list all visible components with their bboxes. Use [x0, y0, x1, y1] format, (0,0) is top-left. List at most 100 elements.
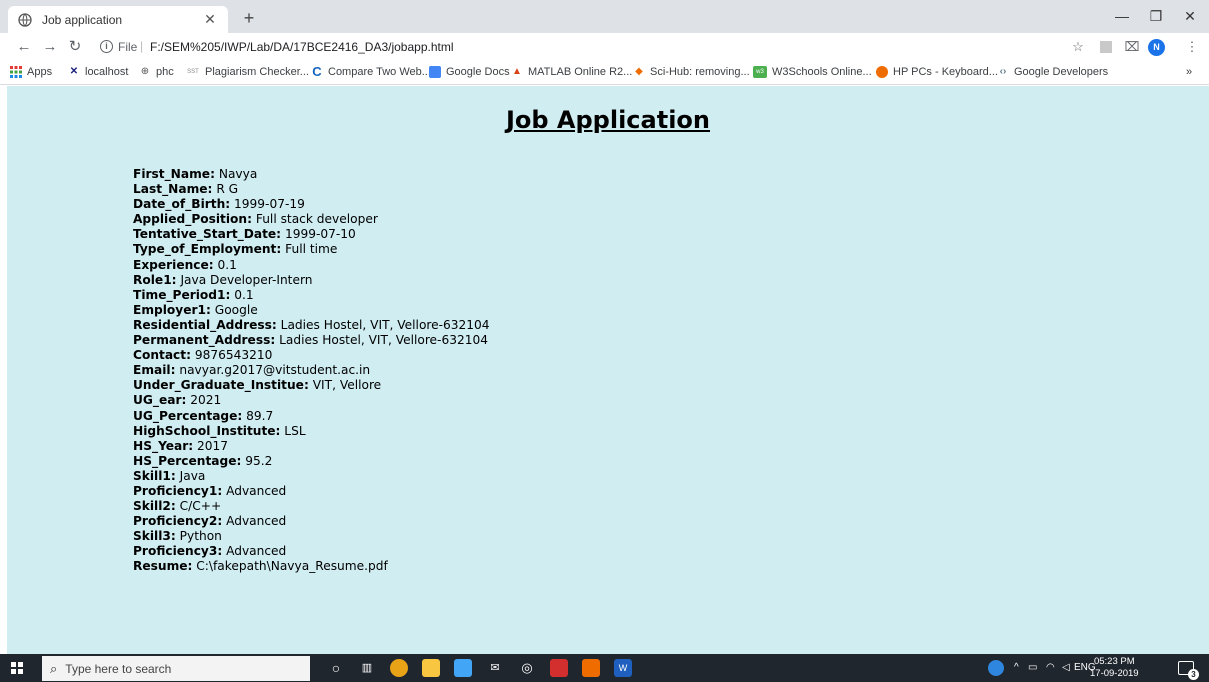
forward-icon[interactable]: →	[41, 38, 59, 56]
field-value: 2021	[190, 393, 222, 408]
cortana-icon[interactable]: ○	[327, 659, 345, 677]
field-row: Tentative_Start_Date: 1999-07-10	[133, 227, 490, 242]
field-label: UG_Percentage:	[133, 408, 243, 423]
field-label: Employer1:	[133, 302, 211, 317]
bookmark-label: Plagiarism Checker...	[205, 66, 309, 78]
field-value: 89.7	[246, 408, 274, 423]
bookmark-apps[interactable]: Apps	[10, 66, 52, 78]
volume-icon[interactable]: ◁	[1062, 662, 1070, 673]
bookmark-google-docs[interactable]: Google Docs	[429, 66, 510, 78]
taskbar-search-input[interactable]: ⌕ Type here to search	[42, 656, 310, 681]
bookmark-phc[interactable]: ⊕ phc	[139, 66, 174, 78]
field-label: Tentative_Start_Date:	[133, 227, 282, 242]
bookmark-compare-two-web[interactable]: C Compare Two Web...	[311, 64, 431, 79]
bookmark-label: Google Developers	[1014, 66, 1109, 78]
url-scheme[interactable]: File	[118, 40, 137, 54]
windows-start-icon[interactable]	[11, 662, 23, 674]
back-icon[interactable]: ←	[15, 38, 33, 56]
system-clock[interactable]: 05:23 PM 17-09-2019	[1090, 656, 1139, 680]
address-bar-url[interactable]: F:/SEM%205/IWP/Lab/DA/17BCE2416_DA3/joba…	[150, 40, 454, 54]
help-icon[interactable]	[988, 660, 1004, 676]
field-value: Advanced	[226, 483, 287, 498]
hp-icon	[876, 66, 888, 78]
camera-icon[interactable]: ⌧	[1124, 39, 1140, 55]
action-center-icon[interactable]: 3	[1178, 661, 1199, 680]
field-value: Java Developer-Intern	[180, 272, 313, 287]
battery-icon[interactable]: ▭	[1028, 662, 1037, 673]
word-icon[interactable]: W	[614, 659, 632, 677]
c-logo-icon: C	[312, 64, 322, 79]
field-row: Role1: Java Developer-Intern	[133, 273, 490, 288]
field-row: Date_of_Birth: 1999-07-19	[133, 197, 490, 212]
bookmark-label: Sci-Hub: removing...	[650, 66, 750, 78]
restore-icon[interactable]: ❐	[1146, 8, 1166, 25]
minimize-icon[interactable]: —	[1112, 8, 1132, 24]
chrome-icon[interactable]	[390, 659, 408, 677]
wifi-icon[interactable]: ◠	[1046, 662, 1055, 673]
docs-icon	[429, 66, 441, 78]
scihub-icon: ◆	[635, 66, 643, 77]
field-value: Full stack developer	[255, 212, 378, 227]
field-value: Advanced	[226, 544, 287, 559]
w3schools-icon: w3	[753, 66, 767, 78]
field-row: HighSchool_Institute: LSL	[133, 424, 490, 439]
field-label: Type_of_Employment:	[133, 242, 282, 257]
info-icon[interactable]: i	[100, 40, 113, 53]
mail-icon[interactable]: ✉	[486, 659, 504, 677]
tab-close-icon[interactable]: ✕	[202, 11, 218, 28]
field-label: Skill3:	[133, 529, 176, 544]
bookmark-label: HP PCs - Keyboard...	[893, 66, 998, 78]
field-value: 0.1	[217, 257, 237, 272]
field-row: Applied_Position: Full stack developer	[133, 212, 490, 227]
field-row: Employer1: Google	[133, 303, 490, 318]
field-label: HS_Percentage:	[133, 453, 242, 468]
task-view-icon[interactable]: ▥	[358, 659, 376, 677]
groove-music-icon[interactable]: ◎	[518, 659, 536, 677]
bookmark-localhost[interactable]: ✕ localhost	[68, 66, 129, 78]
field-label: HighSchool_Institute:	[133, 423, 281, 438]
bookmark-w3schools[interactable]: w3 W3Schools Online...	[753, 66, 872, 78]
browser-toolbar: ← → ↻ i File | F:/SEM%205/IWP/Lab/DA/17B…	[0, 33, 1209, 61]
bookmark-plagiarism-checker[interactable]: SST Plagiarism Checker...	[186, 66, 309, 78]
bookmark-label: phc	[156, 66, 174, 78]
bookmark-sci-hub[interactable]: ◆ Sci-Hub: removing...	[633, 66, 750, 78]
window-close-icon[interactable]: ✕	[1180, 8, 1200, 25]
bookmark-label: W3Schools Online...	[772, 66, 872, 78]
field-row: Proficiency3: Advanced	[133, 544, 490, 559]
field-row: Resume: C:\fakepath\Navya_Resume.pdf	[133, 559, 490, 574]
field-value: 95.2	[245, 453, 273, 468]
field-row: Skill3: Python	[133, 529, 490, 544]
profile-avatar[interactable]: N	[1148, 39, 1165, 56]
tab-job-application[interactable]: Job application ✕	[8, 6, 228, 33]
sublime-icon[interactable]	[582, 659, 600, 677]
field-row: Proficiency2: Advanced	[133, 514, 490, 529]
extension-icon[interactable]	[1100, 41, 1112, 53]
field-label: HS_Year:	[133, 438, 194, 453]
field-value: Full time	[285, 242, 338, 257]
new-tab-icon[interactable]: +	[238, 8, 260, 29]
acrobat-icon[interactable]	[550, 659, 568, 677]
bookmark-label: Google Docs	[446, 66, 510, 78]
field-label: Proficiency3:	[133, 544, 223, 559]
field-label: Experience:	[133, 257, 214, 272]
field-value: Google	[214, 302, 258, 317]
search-placeholder: Type here to search	[65, 661, 172, 676]
globe-icon: ⊕	[140, 66, 150, 77]
bookmark-label: Compare Two Web...	[328, 66, 431, 78]
bookmark-matlab[interactable]: ▲ MATLAB Online R2...	[511, 66, 632, 78]
field-label: First_Name:	[133, 167, 215, 181]
app-icon[interactable]	[454, 659, 472, 677]
more-bookmarks-icon[interactable]: »	[1186, 66, 1192, 78]
bookmark-star-icon[interactable]: ☆	[1070, 39, 1086, 55]
bookmark-hp-pcs[interactable]: HP PCs - Keyboard...	[876, 66, 998, 78]
field-row: UG_Percentage: 89.7	[133, 409, 490, 424]
menu-icon[interactable]: ⋮	[1184, 39, 1200, 55]
bookmark-label: localhost	[85, 66, 129, 78]
field-row: Experience: 0.1	[133, 258, 490, 273]
tray-chevron-icon[interactable]: ^	[1014, 662, 1019, 673]
field-label: UG_ear:	[133, 393, 187, 408]
url-separator: |	[140, 39, 144, 53]
bookmark-google-developers[interactable]: ‹› Google Developers	[997, 66, 1109, 78]
file-explorer-icon[interactable]	[422, 659, 440, 677]
reload-icon[interactable]: ↻	[66, 38, 84, 56]
